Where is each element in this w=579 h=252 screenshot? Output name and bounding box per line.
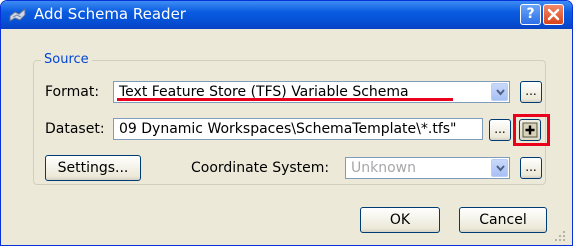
format-label: Format: xyxy=(45,84,100,100)
dataset-label: Dataset: xyxy=(45,121,105,137)
format-browse-button[interactable]: ... xyxy=(520,81,542,103)
help-button[interactable]: ? xyxy=(520,4,541,25)
dataset-browse-button[interactable]: ... xyxy=(489,119,511,141)
close-icon xyxy=(547,8,560,21)
coordinate-system-browse-button[interactable]: ... xyxy=(520,157,542,179)
plus-icon xyxy=(522,122,538,138)
add-dataset-button[interactable] xyxy=(519,119,541,141)
coordinate-system-dropdown-arrow[interactable] xyxy=(491,159,508,177)
chevron-down-icon xyxy=(496,165,505,172)
ok-button[interactable]: OK xyxy=(360,207,440,233)
coordinate-system-label: Coordinate System: xyxy=(191,160,330,176)
add-schema-reader-dialog: Add Schema Reader ? Source Format: Text … xyxy=(0,0,573,246)
cancel-button[interactable]: Cancel xyxy=(459,207,547,233)
coordinate-system-value: Unknown xyxy=(351,160,416,176)
app-icon xyxy=(9,7,26,22)
dataset-field[interactable]: 09 Dynamic Workspaces\SchemaTemplate\*.t… xyxy=(113,118,483,140)
close-button[interactable] xyxy=(543,4,564,25)
settings-button[interactable]: Settings... xyxy=(45,155,141,181)
dataset-value: 09 Dynamic Workspaces\SchemaTemplate\*.t… xyxy=(119,121,457,137)
coordinate-system-select[interactable]: Unknown xyxy=(345,157,510,179)
title-bar[interactable]: Add Schema Reader ? xyxy=(1,1,572,29)
source-group-label: Source xyxy=(41,52,92,67)
resize-grip-icon[interactable] xyxy=(553,229,567,243)
chevron-down-icon xyxy=(496,89,505,96)
format-dropdown-arrow[interactable] xyxy=(491,83,508,101)
annotation-underline xyxy=(117,98,453,101)
window-title: Add Schema Reader xyxy=(34,5,186,23)
